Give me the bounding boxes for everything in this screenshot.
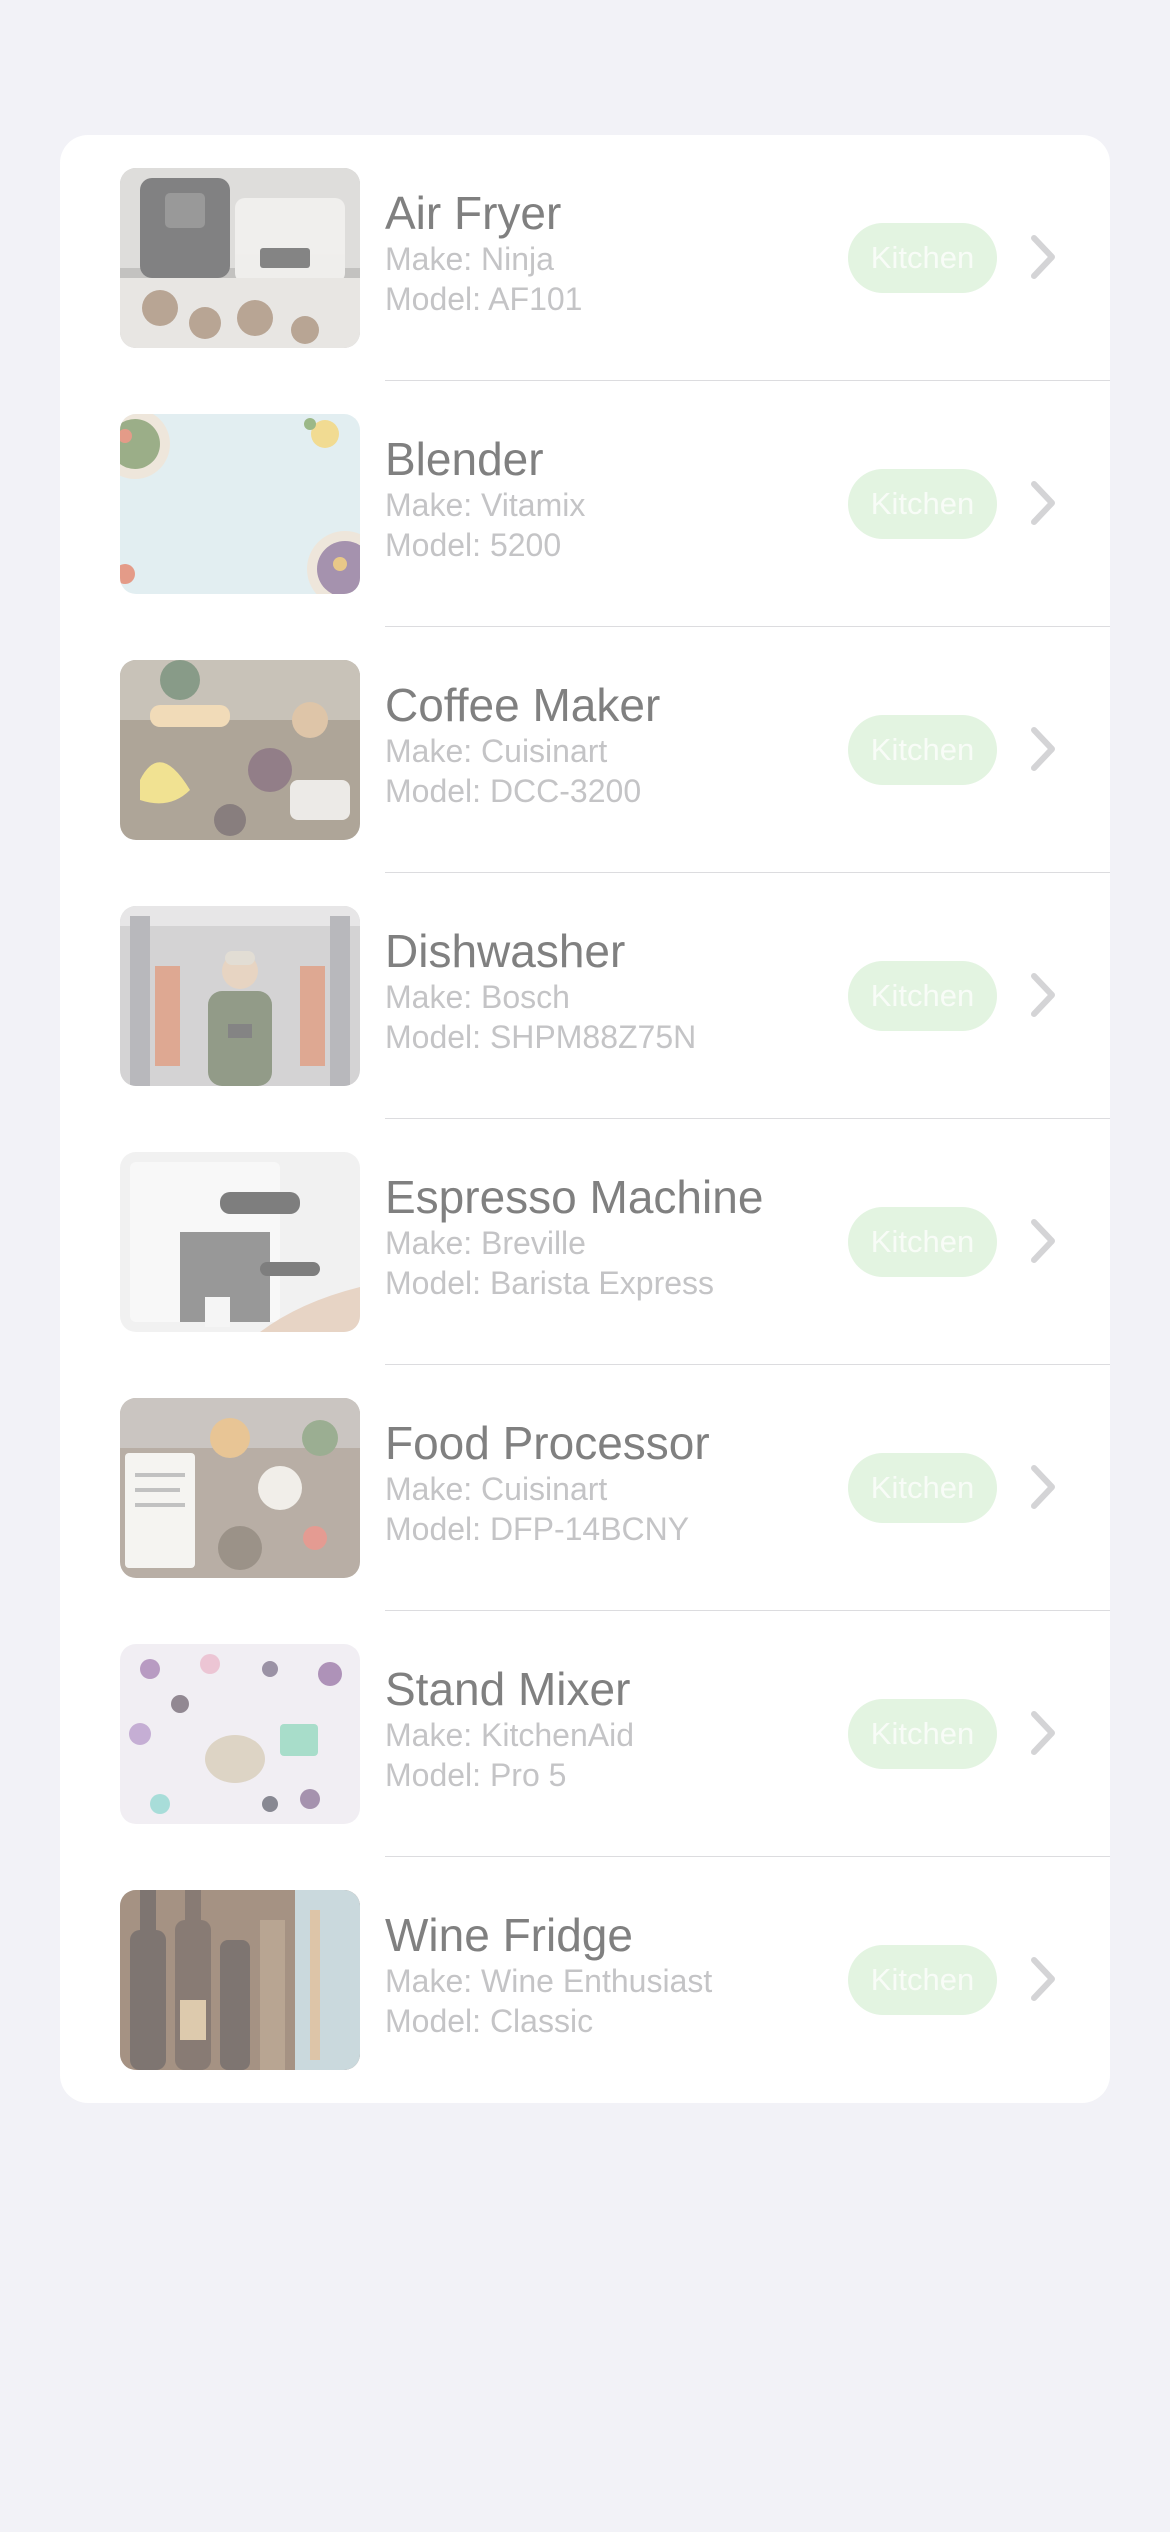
item-model: Model: SHPM88Z75N xyxy=(385,1019,697,1055)
air-fryer-photo xyxy=(120,168,360,348)
dining-table-photo xyxy=(120,1398,360,1578)
item-title: Wine Fridge xyxy=(385,1909,633,1961)
chevron-right-icon xyxy=(1028,1216,1058,1266)
item-make: Make: Ninja xyxy=(385,241,554,277)
app-screen: { "colors": { "background": "#f2f2f7", "… xyxy=(0,0,1170,2532)
list-item[interactable]: Wine Fridge Make: Wine Enthusiast Model:… xyxy=(60,1857,1110,2103)
list-item[interactable]: Dishwasher Make: Bosch Model: SHPM88Z75N… xyxy=(60,873,1110,1119)
chevron-right-icon xyxy=(1028,232,1058,282)
category-badge: Kitchen xyxy=(848,715,997,785)
item-make: Make: Breville xyxy=(385,1225,586,1261)
item-model: Model: DCC-3200 xyxy=(385,773,642,809)
item-make: Make: Cuisinart xyxy=(385,1471,608,1507)
category-badge: Kitchen xyxy=(848,469,997,539)
item-make: Make: Cuisinart xyxy=(385,733,608,769)
item-title: Blender xyxy=(385,433,544,485)
chevron-right-icon xyxy=(1028,478,1058,528)
list-item[interactable]: Stand Mixer Make: KitchenAid Model: Pro … xyxy=(60,1611,1110,1857)
chevron-right-icon xyxy=(1028,970,1058,1020)
wine-bottles-photo xyxy=(120,1890,360,2070)
item-model: Model: Pro 5 xyxy=(385,1757,567,1793)
item-make: Make: Wine Enthusiast xyxy=(385,1963,713,1999)
category-badge: Kitchen xyxy=(848,223,997,293)
item-make: Make: Vitamix xyxy=(385,487,586,523)
list-item[interactable]: Blender Make: Vitamix Model: 5200 Kitche… xyxy=(60,381,1110,627)
item-title: Stand Mixer xyxy=(385,1663,631,1715)
category-badge: Kitchen xyxy=(848,1699,997,1769)
list-item[interactable]: Coffee Maker Make: Cuisinart Model: DCC-… xyxy=(60,627,1110,873)
item-title: Coffee Maker xyxy=(385,679,661,731)
item-make: Make: KitchenAid xyxy=(385,1717,635,1753)
espresso-machine-photo xyxy=(120,1152,360,1332)
item-title: Dishwasher xyxy=(385,925,626,977)
item-make: Make: Bosch xyxy=(385,979,570,1015)
item-title: Food Processor xyxy=(385,1417,710,1469)
item-model: Model: AF101 xyxy=(385,281,583,317)
food-flatlay-photo xyxy=(120,414,360,594)
category-badge: Kitchen xyxy=(848,1945,997,2015)
item-model: Model: Classic xyxy=(385,2003,594,2039)
gemstones-photo xyxy=(120,1644,360,1824)
charcuterie-photo xyxy=(120,660,360,840)
chevron-right-icon xyxy=(1028,1954,1058,2004)
list-item[interactable]: Espresso Machine Make: Breville Model: B… xyxy=(60,1119,1110,1365)
category-badge: Kitchen xyxy=(848,1453,997,1523)
item-model: Model: 5200 xyxy=(385,527,562,563)
list-item[interactable]: Food Processor Make: Cuisinart Model: DF… xyxy=(60,1365,1110,1611)
item-title: Air Fryer xyxy=(385,187,562,239)
category-badge: Kitchen xyxy=(848,1207,997,1277)
warehouse-person-photo xyxy=(120,906,360,1086)
chevron-right-icon xyxy=(1028,724,1058,774)
category-badge: Kitchen xyxy=(848,961,997,1031)
chevron-right-icon xyxy=(1028,1462,1058,1512)
chevron-right-icon xyxy=(1028,1708,1058,1758)
list-item[interactable]: Air Fryer Make: Ninja Model: AF101 Kitch… xyxy=(60,135,1110,381)
item-model: Model: Barista Express xyxy=(385,1265,715,1301)
item-model: Model: DFP-14BCNY xyxy=(385,1511,690,1547)
item-title: Espresso Machine xyxy=(385,1171,764,1223)
appliance-list: Air Fryer Make: Ninja Model: AF101 Kitch… xyxy=(60,135,1110,2103)
